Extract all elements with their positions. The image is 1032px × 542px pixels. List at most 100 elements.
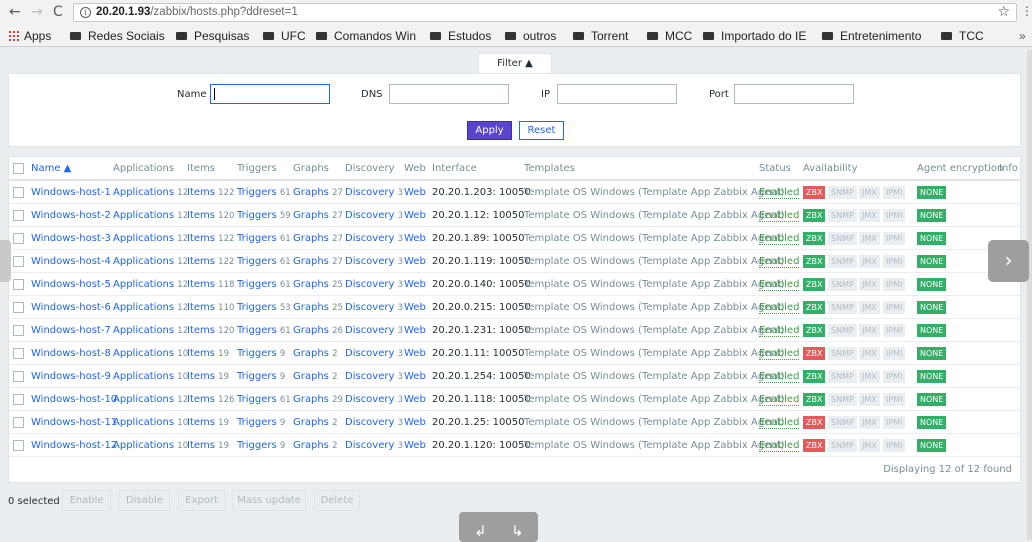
bookmark-folder[interactable]: MCC	[647, 29, 692, 43]
web-link[interactable]: Web	[404, 210, 426, 221]
disable-button[interactable]: Disable	[119, 490, 170, 511]
bookmark-folder[interactable]: Estudos	[430, 29, 491, 43]
host-name-link[interactable]: Windows-host-10	[31, 394, 117, 405]
bookmark-folder[interactable]: Redes Sociais	[70, 29, 165, 43]
host-name-link[interactable]: Windows-host-6	[31, 302, 111, 313]
web-link[interactable]: Web	[404, 417, 426, 428]
applications-link[interactable]: Applications 10	[113, 371, 188, 382]
web-link[interactable]: Web	[404, 302, 426, 313]
delete-button[interactable]: Delete	[314, 490, 360, 511]
export-button[interactable]: Export	[178, 490, 225, 511]
graphs-link[interactable]: Graphs 25	[293, 279, 343, 290]
row-checkbox[interactable]	[13, 302, 24, 313]
host-name-link[interactable]: Windows-host-7	[31, 325, 111, 336]
triggers-link[interactable]: Triggers 53	[237, 302, 291, 313]
browser-menu-icon[interactable]: ⋮	[1021, 4, 1032, 18]
discovery-link[interactable]: Discovery 3	[345, 371, 403, 382]
items-link[interactable]: Items 122	[187, 233, 234, 244]
status-toggle[interactable]: Enabled	[759, 187, 800, 199]
web-link[interactable]: Web	[404, 279, 426, 290]
graphs-link[interactable]: Graphs 27	[293, 187, 343, 198]
applications-link[interactable]: Applications 12	[113, 256, 188, 267]
applications-link[interactable]: Applications 12	[113, 394, 188, 405]
status-toggle[interactable]: Enabled	[759, 302, 800, 314]
return-left-icon[interactable]: ↲	[474, 522, 487, 540]
row-checkbox[interactable]	[13, 440, 24, 451]
discovery-link[interactable]: Discovery 3	[345, 325, 403, 336]
web-link[interactable]: Web	[404, 440, 426, 451]
row-checkbox[interactable]	[13, 325, 24, 336]
items-link[interactable]: Items 120	[187, 325, 234, 336]
status-toggle[interactable]: Enabled	[759, 440, 800, 452]
graphs-link[interactable]: Graphs 26	[293, 325, 343, 336]
graphs-link[interactable]: Graphs 27	[293, 210, 343, 221]
items-link[interactable]: Items 19	[187, 371, 229, 382]
web-link[interactable]: Web	[404, 394, 426, 405]
page-scrollbar[interactable]	[1027, 50, 1032, 540]
triggers-link[interactable]: Triggers 9	[237, 417, 285, 428]
name-filter-input[interactable]	[210, 84, 330, 104]
triggers-link[interactable]: Triggers 61	[237, 394, 291, 405]
host-name-link[interactable]: Windows-host-11	[31, 417, 117, 428]
template-link[interactable]: Template OS Windows	[524, 279, 635, 290]
applications-link[interactable]: Applications 12	[113, 233, 188, 244]
discovery-link[interactable]: Discovery 3	[345, 279, 403, 290]
bookmark-folder[interactable]: TCC	[941, 29, 984, 43]
web-link[interactable]: Web	[404, 371, 426, 382]
template-link[interactable]: Template OS Windows	[524, 210, 635, 221]
row-checkbox[interactable]	[13, 256, 24, 267]
graphs-link[interactable]: Graphs 27	[293, 233, 343, 244]
reset-button[interactable]: Reset	[519, 121, 564, 140]
triggers-link[interactable]: Triggers 61	[237, 325, 291, 336]
applications-link[interactable]: Applications 10	[113, 348, 188, 359]
bookmarks-more[interactable]: »	[1019, 29, 1026, 43]
enable-button[interactable]: Enable	[62, 490, 111, 511]
host-name-link[interactable]: Windows-host-8	[31, 348, 111, 359]
apply-button[interactable]: Apply	[467, 121, 512, 140]
host-name-link[interactable]: Windows-host-9	[31, 371, 111, 382]
items-link[interactable]: Items 19	[187, 348, 229, 359]
items-link[interactable]: Items 122	[187, 256, 234, 267]
port-filter-input[interactable]	[734, 84, 854, 104]
row-checkbox[interactable]	[13, 417, 24, 428]
template-link[interactable]: Template OS Windows	[524, 256, 635, 267]
select-all-checkbox[interactable]	[13, 163, 24, 174]
bookmark-folder[interactable]: Comandos Win	[316, 29, 416, 43]
host-name-link[interactable]: Windows-host-2	[31, 210, 111, 221]
items-link[interactable]: Items 118	[187, 279, 234, 290]
bookmark-folder[interactable]: UFC	[263, 29, 306, 43]
items-link[interactable]: Items 110	[187, 302, 234, 313]
column-status[interactable]: Status	[759, 163, 791, 174]
template-link[interactable]: Template OS Windows	[524, 440, 635, 451]
ip-filter-input[interactable]	[557, 84, 677, 104]
web-link[interactable]: Web	[404, 233, 426, 244]
status-toggle[interactable]: Enabled	[759, 325, 800, 337]
reload-icon[interactable]: C	[53, 3, 63, 21]
graphs-link[interactable]: Graphs 2	[293, 371, 338, 382]
triggers-link[interactable]: Triggers 61	[237, 187, 291, 198]
status-toggle[interactable]: Enabled	[759, 210, 800, 222]
applications-link[interactable]: Applications 10	[113, 440, 188, 451]
triggers-link[interactable]: Triggers 9	[237, 440, 285, 451]
bookmark-folder[interactable]: Importado do IE	[703, 29, 806, 43]
template-link[interactable]: Template OS Windows	[524, 233, 635, 244]
template-link[interactable]: Template OS Windows	[524, 417, 635, 428]
prev-overlay-handle[interactable]	[0, 240, 11, 282]
items-link[interactable]: Items 19	[187, 417, 229, 428]
status-toggle[interactable]: Enabled	[759, 256, 800, 268]
row-checkbox[interactable]	[13, 187, 24, 198]
dns-filter-input[interactable]	[389, 84, 509, 104]
graphs-link[interactable]: Graphs 2	[293, 417, 338, 428]
items-link[interactable]: Items 19	[187, 440, 229, 451]
items-link[interactable]: Items 120	[187, 210, 234, 221]
bookmark-apps[interactable]: Apps	[8, 29, 51, 43]
host-name-link[interactable]: Windows-host-3	[31, 233, 111, 244]
row-checkbox[interactable]	[13, 394, 24, 405]
items-link[interactable]: Items 126	[187, 394, 234, 405]
applications-link[interactable]: Applications 10	[113, 417, 188, 428]
applications-link[interactable]: Applications 12	[113, 302, 188, 313]
template-link[interactable]: Template OS Windows	[524, 187, 635, 198]
discovery-link[interactable]: Discovery 3	[345, 440, 403, 451]
discovery-link[interactable]: Discovery 3	[345, 256, 403, 267]
column-name[interactable]: Name ▲	[31, 163, 71, 174]
